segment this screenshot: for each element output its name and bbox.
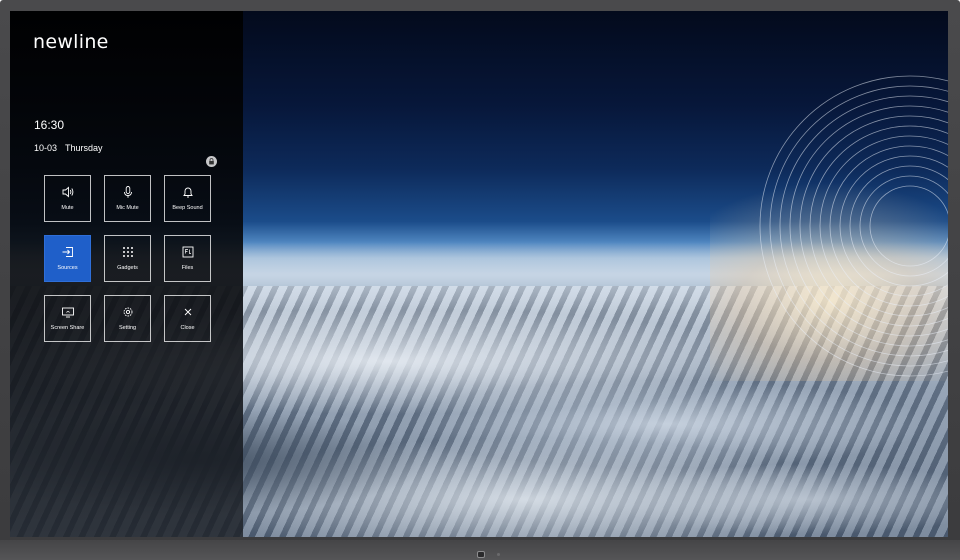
sources-button[interactable]: Sources xyxy=(44,235,91,282)
mic-mute-button[interactable]: Mic Mute xyxy=(104,175,151,222)
power-button-icon[interactable] xyxy=(477,551,485,558)
sources-label: Sources xyxy=(57,265,78,271)
mic-mute-label: Mic Mute xyxy=(116,205,139,211)
screen: newline 16:30 10-03 Thursday Mute Mic Mut… xyxy=(10,11,948,537)
sensor-dot-icon xyxy=(497,553,500,556)
clock-time: 16:30 xyxy=(34,118,65,132)
bell-icon xyxy=(182,187,193,198)
grid-icon xyxy=(122,247,133,257)
files-label: Files xyxy=(181,265,194,271)
close-button[interactable]: Close xyxy=(164,295,211,342)
screen-share-button[interactable]: Screen Share xyxy=(44,295,91,342)
speaker-icon xyxy=(62,186,73,198)
microphone-icon xyxy=(123,186,132,198)
gadgets-label: Gadgets xyxy=(117,265,138,271)
beep-sound-button[interactable]: Beep Sound xyxy=(164,175,211,222)
lock-button[interactable] xyxy=(206,156,217,167)
brand-logo: newline xyxy=(33,31,109,53)
setting-label: Setting xyxy=(118,325,137,331)
date-value: 10-03 xyxy=(34,143,58,153)
mute-label: Mute xyxy=(61,205,74,211)
beep-sound-label: Beep Sound xyxy=(172,205,203,211)
quick-settings-panel: newline 16:30 10-03 Thursday Mute Mic Mut… xyxy=(10,11,243,537)
weekday: Thursday xyxy=(65,143,103,153)
mute-button[interactable]: Mute xyxy=(44,175,91,222)
input-source-icon xyxy=(62,247,73,257)
lock-icon xyxy=(209,158,214,165)
close-icon xyxy=(184,308,191,316)
screen-share-icon xyxy=(61,307,74,318)
files-button[interactable]: Files xyxy=(164,235,211,282)
close-label: Close xyxy=(180,325,195,331)
gear-icon xyxy=(123,307,132,317)
setting-button[interactable]: Setting xyxy=(104,295,151,342)
clock-date: 10-03 Thursday xyxy=(34,143,103,153)
screen-share-label: Screen Share xyxy=(50,325,85,331)
folder-icon xyxy=(182,246,193,258)
gadgets-button[interactable]: Gadgets xyxy=(104,235,151,282)
